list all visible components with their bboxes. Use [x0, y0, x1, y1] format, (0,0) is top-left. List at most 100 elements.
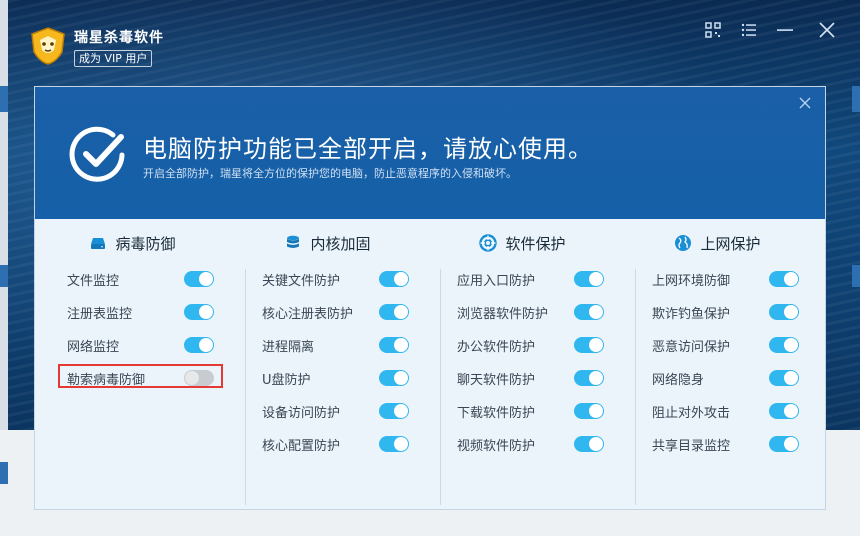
setting-row: 注册表监控: [67, 300, 217, 324]
setting-row: 阻止对外攻击: [652, 399, 802, 423]
setting-label: U盘防护: [262, 373, 311, 388]
section-software-protection: 软件保护 应用入口防护 浏览器软件防护 办公软件防护 聊天软件防护 下载软件防护…: [425, 219, 620, 507]
file-monitor-toggle[interactable]: [184, 271, 214, 287]
setting-label: 阻止对外攻击: [652, 406, 731, 421]
key-file-protection-toggle[interactable]: [379, 271, 409, 287]
section-title: 内核加固: [310, 235, 371, 253]
setting-row: U盘防护: [262, 366, 412, 390]
core-config-protection-toggle[interactable]: [379, 436, 409, 452]
background-stripe: [0, 265, 8, 287]
close-icon[interactable]: [817, 20, 837, 40]
setting-label: 聊天软件防护: [457, 373, 536, 388]
dialog-subtitle: 开启全部防护，瑞星将全方位的保护您的电脑，防止恶意程序的入侵和破坏。: [143, 167, 517, 180]
setting-label: 勒索病毒防御: [67, 373, 146, 388]
section-heading: 软件保护: [425, 233, 620, 254]
setting-label: 浏览器软件防护: [457, 307, 549, 322]
setting-row: 应用入口防护: [457, 267, 607, 291]
setting-row: 办公软件防护: [457, 333, 607, 357]
background-stripe: [852, 265, 860, 287]
setting-row: 核心注册表防护: [262, 300, 412, 324]
usb-protection-toggle[interactable]: [379, 370, 409, 386]
section-title: 病毒防御: [115, 235, 176, 253]
setting-row: 聊天软件防护: [457, 366, 607, 390]
setting-row: 上网环境防御: [652, 267, 802, 291]
setting-label: 核心注册表防护: [262, 307, 354, 322]
setting-label: 进程隔离: [262, 340, 315, 355]
phishing-protection-toggle[interactable]: [769, 304, 799, 320]
internet-env-defense-toggle[interactable]: [769, 271, 799, 287]
setting-row: 进程隔离: [262, 333, 412, 357]
setting-label: 上网环境防御: [652, 274, 731, 289]
office-protection-toggle[interactable]: [574, 337, 604, 353]
setting-row: 视频软件防护: [457, 432, 607, 456]
shield-check-icon: [69, 126, 125, 182]
dialog-title: 电脑防护功能已全部开启，请放心使用。: [143, 135, 593, 163]
menu-icon[interactable]: [739, 20, 759, 40]
setting-label: 网络监控: [67, 340, 120, 355]
protection-status-dialog: 电脑防护功能已全部开启，请放心使用。 开启全部防护，瑞星将全方位的保护您的电脑，…: [34, 86, 826, 510]
setting-row: 恶意访问保护: [652, 333, 802, 357]
section-virus-defense: 病毒防御 文件监控 注册表监控 网络监控 勒索病毒防御: [35, 219, 230, 507]
setting-row: 勒索病毒防御: [58, 364, 223, 390]
setting-label: 共享目录监控: [652, 439, 731, 454]
setting-label: 核心配置防护: [262, 439, 341, 454]
globe-icon: [675, 235, 692, 251]
section-heading: 内核加固: [230, 233, 425, 254]
setting-row: 网络监控: [67, 333, 217, 357]
section-title: 软件保护: [505, 235, 566, 253]
become-vip-button[interactable]: 成为 VIP 用户: [74, 50, 153, 67]
section-internet-protection: 上网保护 上网环境防御 欺诈钓鱼保护 恶意访问保护 网络隐身 阻止对外攻击 共享…: [620, 219, 815, 507]
setting-label: 下载软件防护: [457, 406, 536, 421]
setting-row: 网络隐身: [652, 366, 802, 390]
setting-label: 设备访问防护: [262, 406, 341, 421]
ransomware-defense-toggle[interactable]: [184, 370, 214, 386]
disk-icon: [91, 238, 106, 249]
database-icon: [287, 235, 300, 248]
qr-code-icon[interactable]: [703, 20, 723, 40]
browser-protection-toggle[interactable]: [574, 304, 604, 320]
shared-folder-monitor-toggle[interactable]: [769, 436, 799, 452]
app-title: 瑞星杀毒软件: [74, 30, 164, 46]
setting-row: 关键文件防护: [262, 267, 412, 291]
dialog-header: 电脑防护功能已全部开启，请放心使用。 开启全部防护，瑞星将全方位的保护您的电脑，…: [35, 87, 825, 219]
setting-label: 视频软件防护: [457, 439, 536, 454]
section-kernel-hardening: 内核加固 关键文件防护 核心注册表防护 进程隔离 U盘防护 设备访问防护 核心配…: [230, 219, 425, 507]
setting-label: 文件监控: [67, 274, 120, 289]
background-stripe: [0, 462, 8, 484]
setting-row: 设备访问防护: [262, 399, 412, 423]
network-stealth-toggle[interactable]: [769, 370, 799, 386]
setting-row: 欺诈钓鱼保护: [652, 300, 802, 324]
malicious-access-protection-toggle[interactable]: [769, 337, 799, 353]
section-title: 上网保护: [700, 235, 761, 253]
setting-row: 核心配置防护: [262, 432, 412, 456]
registry-monitor-toggle[interactable]: [184, 304, 214, 320]
chat-protection-toggle[interactable]: [574, 370, 604, 386]
setting-label: 欺诈钓鱼保护: [652, 307, 731, 322]
device-access-protection-toggle[interactable]: [379, 403, 409, 419]
setting-label: 网络隐身: [652, 373, 705, 388]
lifebuoy-icon: [479, 234, 498, 252]
section-heading: 上网保护: [620, 233, 815, 254]
download-protection-toggle[interactable]: [574, 403, 604, 419]
setting-row: 共享目录监控: [652, 432, 802, 456]
core-registry-protection-toggle[interactable]: [379, 304, 409, 320]
lion-logo-icon: [31, 27, 65, 65]
setting-label: 关键文件防护: [262, 274, 341, 289]
minimize-icon[interactable]: [775, 20, 795, 40]
setting-label: 注册表监控: [67, 307, 133, 322]
dialog-close-icon[interactable]: [797, 95, 813, 111]
block-outbound-attack-toggle[interactable]: [769, 403, 799, 419]
setting-row: 浏览器软件防护: [457, 300, 607, 324]
section-heading: 病毒防御: [35, 233, 230, 254]
setting-row: 文件监控: [67, 267, 217, 291]
app-entry-protection-toggle[interactable]: [574, 271, 604, 287]
background-stripe: [0, 86, 8, 112]
setting-row: 下载软件防护: [457, 399, 607, 423]
background-stripe: [852, 86, 860, 112]
setting-label: 恶意访问保护: [652, 340, 731, 355]
process-isolation-toggle[interactable]: [379, 337, 409, 353]
setting-label: 应用入口防护: [457, 274, 536, 289]
setting-label: 办公软件防护: [457, 340, 536, 355]
video-protection-toggle[interactable]: [574, 436, 604, 452]
network-monitor-toggle[interactable]: [184, 337, 214, 353]
